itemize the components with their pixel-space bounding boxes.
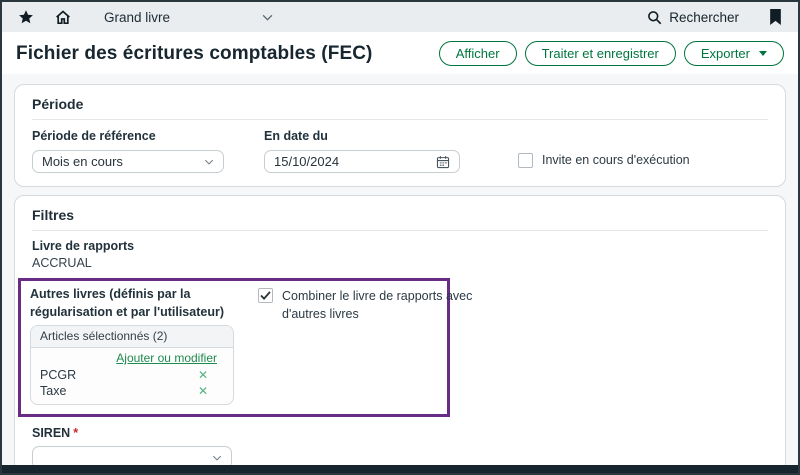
nav-menu-label: Grand livre [104, 10, 170, 25]
reference-period-label: Période de référence [32, 129, 224, 143]
remove-icon[interactable]: ✕ [198, 369, 208, 381]
siren-label: SIREN* [32, 426, 768, 440]
reference-period-value: Mois en cours [42, 154, 123, 169]
invite-checkbox[interactable]: Invite en cours d'exécution [518, 153, 690, 168]
bottom-bar [2, 465, 798, 473]
afficher-button[interactable]: Afficher [439, 41, 517, 66]
exporter-button[interactable]: Exporter [684, 41, 784, 66]
chevron-down-icon [212, 455, 222, 461]
selected-item-label: PCGR [40, 368, 76, 382]
combine-ledgers-label: Combiner le livre de rapports avec d'aut… [282, 288, 490, 323]
check-icon [260, 291, 271, 300]
topbar: Grand livre Rechercher [2, 2, 798, 32]
chevron-down-icon [204, 159, 214, 165]
add-or-edit-link[interactable]: Ajouter ou modifier [116, 351, 217, 365]
caret-down-icon [759, 51, 767, 56]
remove-icon[interactable]: ✕ [198, 385, 208, 397]
reference-period-select[interactable]: Mois en cours [32, 150, 224, 173]
autres-livres-highlight: Autres livres (définis par la régularisa… [18, 278, 450, 417]
filtres-section-title: Filtres [32, 202, 768, 231]
filtres-section: Filtres Livre de rapports ACCRUAL Autres… [14, 195, 786, 475]
periode-section-title: Période [32, 91, 768, 120]
search-icon [647, 10, 662, 25]
checkbox-box [518, 153, 533, 168]
livre-rapports-label: Livre de rapports [32, 239, 768, 253]
chevron-down-icon [262, 14, 273, 21]
selected-items-header: Articles sélectionnés (2) [31, 326, 233, 348]
page-header: Fichier des écritures comptables (FEC) A… [2, 32, 798, 74]
favorite-star-icon[interactable] [18, 9, 34, 25]
calendar-icon[interactable] [436, 155, 450, 169]
autres-livres-field: Autres livres (définis par la régularisa… [30, 285, 234, 405]
header-actions: Afficher Traiter et enregistrer Exporter [439, 41, 784, 66]
combine-ledgers-checkbox[interactable]: Combiner le livre de rapports avec d'aut… [258, 288, 490, 323]
livre-rapports-value: ACCRUAL [32, 256, 768, 270]
main-content: Période Période de référence Mois en cou… [2, 74, 798, 475]
home-icon[interactable] [54, 9, 72, 26]
as-of-date-label: En date du [264, 129, 460, 143]
traiter-enregistrer-button[interactable]: Traiter et enregistrer [525, 41, 676, 66]
page-title: Fichier des écritures comptables (FEC) [16, 43, 372, 65]
autres-livres-label: Autres livres (définis par la régularisa… [30, 287, 224, 319]
reference-period-field: Période de référence Mois en cours [32, 129, 224, 173]
list-item: PCGR ✕ [40, 367, 224, 383]
checkbox-box-checked [258, 288, 273, 303]
selected-item-label: Taxe [40, 384, 66, 398]
search-label: Rechercher [669, 10, 739, 25]
as-of-date-value: 15/10/2024 [274, 154, 339, 169]
search-button[interactable]: Rechercher [647, 10, 739, 25]
as-of-date-field: En date du 15/10/2024 [264, 129, 460, 173]
selected-items-panel: Articles sélectionnés (2) Ajouter ou mod… [30, 325, 234, 405]
invite-checkbox-label: Invite en cours d'exécution [542, 153, 690, 167]
app-window: Grand livre Rechercher Fichier des écrit… [0, 0, 800, 475]
required-asterisk: * [73, 426, 78, 440]
periode-section: Période Période de référence Mois en cou… [14, 84, 786, 187]
ledger-nav-menu[interactable]: Grand livre [104, 10, 273, 25]
list-item: Taxe ✕ [40, 383, 224, 399]
selected-items-body: Ajouter ou modifier PCGR ✕ Taxe ✕ [31, 348, 233, 404]
bookmark-icon[interactable] [769, 9, 782, 25]
as-of-date-input[interactable]: 15/10/2024 [264, 150, 460, 173]
